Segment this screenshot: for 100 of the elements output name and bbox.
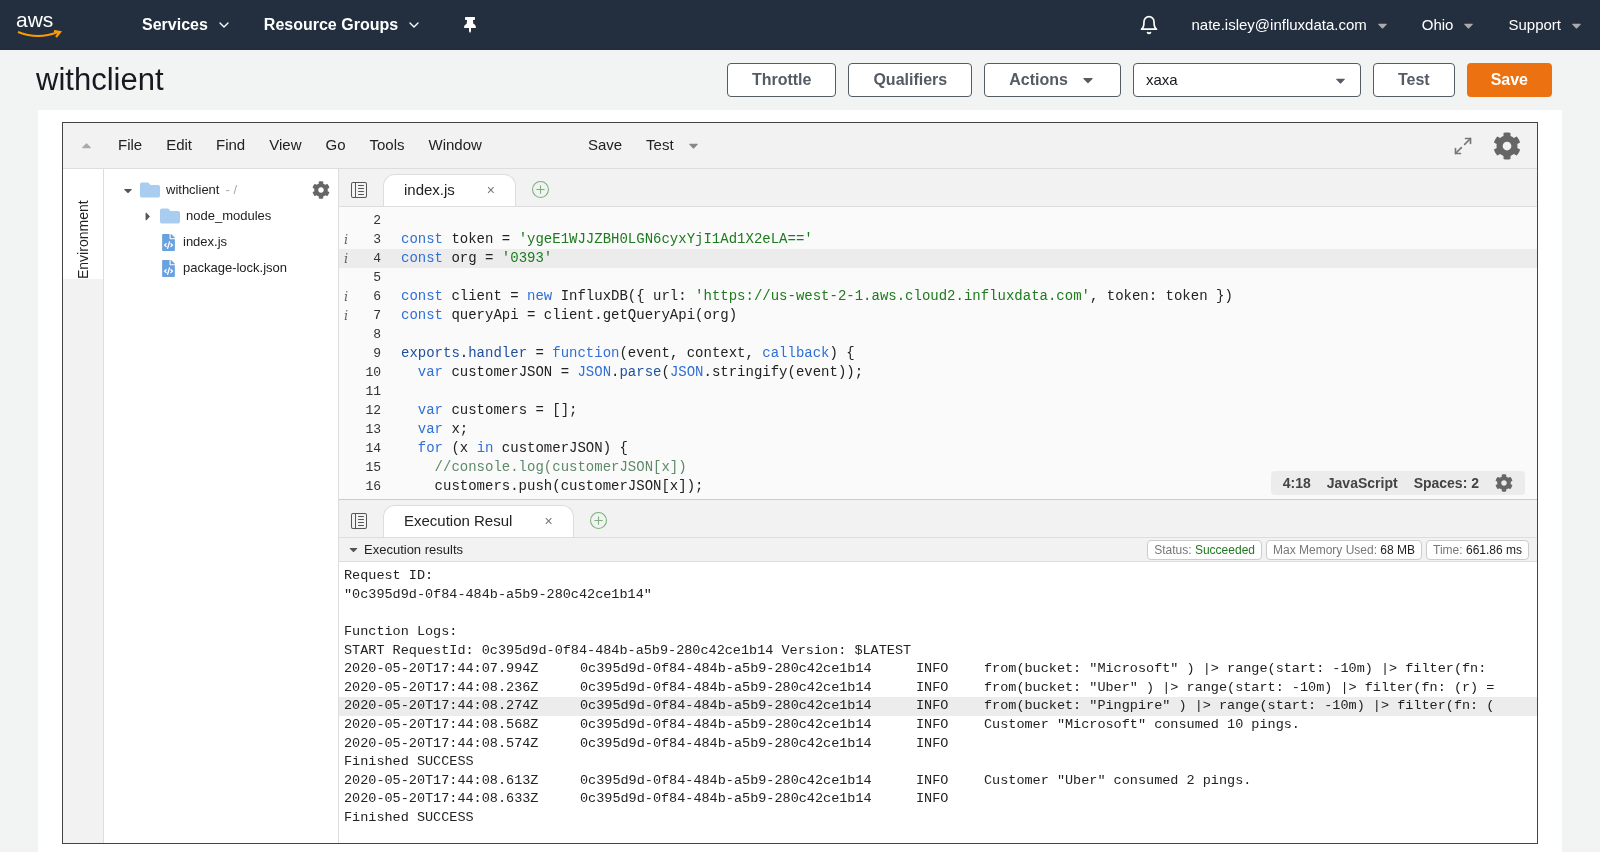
resource-groups-menu[interactable]: Resource Groups <box>263 13 423 37</box>
line-number: 5 <box>372 268 381 287</box>
code-line: const queryApi = client.getQueryApi(org) <box>401 306 738 325</box>
menu-item[interactable]: Tools <box>369 134 405 157</box>
pin-icon[interactable] <box>462 17 479 33</box>
line-number: 14 <box>364 439 381 458</box>
log-level: INFO <box>916 715 950 734</box>
code-line: const org = '0393' <box>401 249 553 268</box>
file-icon <box>160 259 177 277</box>
settings-icon[interactable] <box>1495 474 1513 492</box>
file-icon <box>160 233 177 251</box>
line-number: 7 <box>372 306 381 325</box>
services-menu[interactable]: Services <box>142 13 232 37</box>
path-suffix: - / <box>225 181 238 200</box>
tree-item[interactable]: withclient <box>166 180 220 200</box>
log-line: "0c395d9d-0f84-484b-a5b9-280c42ce1b14" <box>344 585 652 604</box>
line-number: 12 <box>364 401 381 420</box>
log-level: INFO <box>916 660 950 679</box>
panel-icon[interactable] <box>351 182 367 198</box>
code-line: //console.log(customerJSON[x]) <box>433 458 687 477</box>
log-message: from(bucket: "Pingpire" ) |> range(start: -10m) |> filter(fn: ( <box>984 697 1495 716</box>
qualifier-select[interactable]: xaxa <box>1132 63 1361 97</box>
fullscreen-icon[interactable] <box>1453 135 1473 156</box>
info-icon: i <box>343 307 349 323</box>
log-timestamp: 2020-05-20T17:44:08.236Z <box>344 678 540 697</box>
toolbar-button[interactable]: Throttle <box>726 63 837 97</box>
settings-icon[interactable] <box>312 181 330 199</box>
editor-tab[interactable]: Execution Resul × <box>383 505 574 537</box>
code-line: var customerJSON = JSON.parse(JSON.stringify(event)); <box>416 363 864 382</box>
menu-item[interactable]: Edit <box>166 134 193 157</box>
log-timestamp: 2020-05-20T17:44:08.568Z <box>344 715 540 734</box>
log-request-id: 0c395d9d-0f84-484b-a5b9-280c42ce1b14 <box>580 771 873 790</box>
smile-arrow-icon <box>16 30 64 40</box>
line-number: 9 <box>372 344 381 363</box>
code-line: for (x in customerJSON) { <box>416 439 628 458</box>
line-number: 10 <box>364 363 381 382</box>
log-message: from(bucket: "Microsoft" ) |> range(start: -10m) |> filter(fn: <box>984 660 1487 679</box>
log-timestamp: 2020-05-20T17:44:08.633Z <box>344 790 540 809</box>
log-line: Request ID: <box>344 567 434 586</box>
close-tab-icon: × <box>544 511 553 532</box>
stat-badge: Max Memory Used: 68 MB <box>1266 539 1423 560</box>
log-level: INFO <box>916 678 950 697</box>
info-icon: i <box>343 231 349 247</box>
log-level: INFO <box>916 697 950 716</box>
line-number: 11 <box>364 382 381 401</box>
tree-item[interactable]: node_modules <box>186 206 272 226</box>
menu-item[interactable]: Find <box>216 134 246 157</box>
bell-icon[interactable] <box>1139 15 1160 35</box>
line-number: 2 <box>372 211 381 230</box>
settings-icon[interactable] <box>1493 131 1521 160</box>
actions-dropdown[interactable]: Actions <box>984 63 1121 97</box>
log-timestamp: 2020-05-20T17:44:08.274Z <box>344 697 540 716</box>
test-menu-button[interactable]: Test <box>646 134 674 157</box>
toolbar-button[interactable]: Test <box>1372 63 1455 97</box>
aws-logo[interactable]: aws <box>16 10 126 40</box>
line-number: 16 <box>364 477 381 496</box>
language-mode[interactable]: JavaScript <box>1326 472 1398 494</box>
log-level: INFO <box>916 790 950 809</box>
menu-item[interactable]: File <box>118 134 143 157</box>
log-timestamp: 2020-05-20T17:44:08.574Z <box>344 734 540 753</box>
log-message: Customer "Uber" consumed 2 pings. <box>984 771 1252 790</box>
log-timestamp: 2020-05-20T17:44:08.613Z <box>344 771 540 790</box>
save-menu-button[interactable]: Save <box>587 134 623 157</box>
tree-item[interactable]: package-lock.json <box>183 258 288 278</box>
menu-item[interactable]: Go <box>325 134 346 157</box>
indent-setting[interactable]: Spaces: 2 <box>1413 472 1479 494</box>
results-toggle[interactable]: Execution results <box>347 539 463 560</box>
log-level: INFO <box>916 771 950 790</box>
line-number: 13 <box>364 420 381 439</box>
log-timestamp: 2020-05-20T17:44:07.994Z <box>344 660 540 679</box>
editor-tab[interactable]: index.js × <box>383 174 517 206</box>
log-message: from(bucket: "Uber" ) |> range(start: -10m) |> filter(fn: (r) = <box>984 678 1495 697</box>
log-request-id: 0c395d9d-0f84-484b-a5b9-280c42ce1b14 <box>580 678 873 697</box>
tree-item[interactable]: index.js <box>183 232 228 252</box>
log-request-id: 0c395d9d-0f84-484b-a5b9-280c42ce1b14 <box>580 715 873 734</box>
account-menu[interactable]: nate.isley@influxdata.com <box>1191 13 1390 37</box>
log-request-id: 0c395d9d-0f84-484b-a5b9-280c42ce1b14 <box>580 734 873 753</box>
log-request-id: 0c395d9d-0f84-484b-a5b9-280c42ce1b14 <box>580 660 873 679</box>
stat-badge: Time: 661.86 ms <box>1426 539 1529 560</box>
info-icon: i <box>343 288 349 304</box>
menu-item[interactable]: View <box>269 134 302 157</box>
code-line: const client = new InfluxDB({ url: 'https://us-west-2-1.aws.cloud2.influxdata.com', token: token }) <box>401 287 1233 306</box>
environment-tab[interactable]: Environment <box>63 169 103 279</box>
log-line: Function Logs: <box>344 622 458 641</box>
info-icon: i <box>343 250 349 266</box>
cursor-position[interactable]: 4:18 <box>1282 472 1311 494</box>
support-menu[interactable]: Support <box>1508 13 1584 37</box>
panel-icon[interactable] <box>351 513 367 529</box>
menu-item[interactable]: Window <box>428 134 482 157</box>
line-number: 6 <box>372 287 381 306</box>
log-level: INFO <box>916 734 950 753</box>
code-line: var customers = []; <box>416 401 578 420</box>
code-line: var x; <box>416 420 469 439</box>
log-message: Customer "Microsoft" consumed 10 pings. <box>984 715 1300 734</box>
log-line: START RequestId: 0c395d9d-0f84-484b-a5b9-280c42ce1b14 Version: $LATEST <box>344 641 912 660</box>
toolbar-button[interactable]: Qualifiers <box>848 63 973 97</box>
line-number: 3 <box>372 230 381 249</box>
region-menu[interactable]: Ohio <box>1421 13 1477 37</box>
function-title: withclient <box>36 60 164 99</box>
code-editor[interactable] <box>339 207 1537 499</box>
